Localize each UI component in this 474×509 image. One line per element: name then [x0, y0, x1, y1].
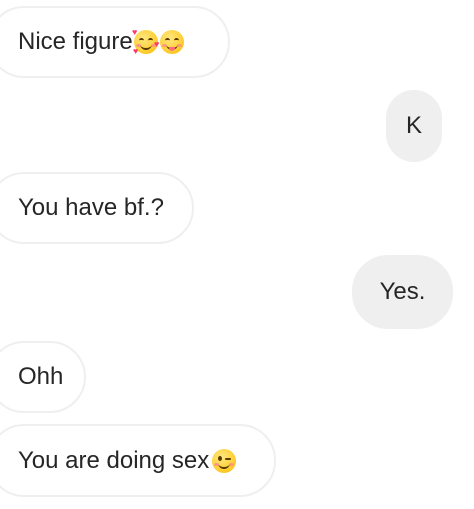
message-bubble-outgoing[interactable]: Yes.: [352, 255, 453, 329]
message-bubble-outgoing[interactable]: K: [386, 90, 442, 162]
message-bubble-incoming[interactable]: You have bf.?: [0, 172, 194, 244]
message-text: You have bf.?: [18, 194, 164, 221]
winking-face-icon: [212, 448, 237, 473]
message-bubble-incoming[interactable]: Ohh: [0, 341, 86, 413]
message-text: Yes.: [379, 278, 426, 305]
message-text: Nice figure: [18, 28, 133, 55]
smiling-face-with-hearts-icon: ♥ ♥ ♥: [132, 27, 160, 56]
message-text: K: [405, 112, 422, 139]
smiling-face-savoring-food-icon: [159, 30, 184, 54]
message-bubble-incoming[interactable]: Nice figure ♥ ♥ ♥: [0, 6, 230, 78]
message-text: Ohh: [18, 363, 64, 390]
message-text: You are doing sex: [18, 446, 210, 474]
message-bubble-incoming[interactable]: You are doing sex: [0, 424, 276, 497]
